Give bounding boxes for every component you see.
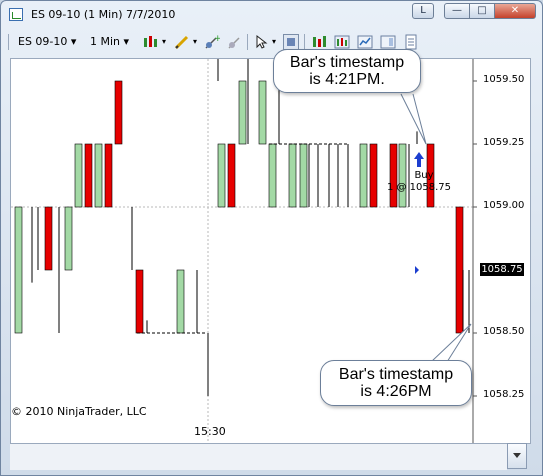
chart-trader-icon[interactable] <box>380 34 396 50</box>
toolbar-separator-2 <box>304 34 305 50</box>
toolbar-separator <box>247 34 248 50</box>
price-bar <box>268 143 277 208</box>
callout-bubble-first: Bar's timestamp is 4:21PM. <box>273 49 421 93</box>
candlestick-icon <box>144 36 157 47</box>
horizontal-scroll-area[interactable] <box>10 444 507 470</box>
cursor-dropdown[interactable]: ▾ <box>272 34 276 50</box>
interval-selector[interactable]: 1 Min ▾ <box>90 34 129 50</box>
maximize-button[interactable]: □ <box>469 3 495 19</box>
chart-app-icon <box>9 8 23 21</box>
price-bar <box>369 143 378 208</box>
svg-text:+: + <box>214 34 220 44</box>
scroll-down-button[interactable] <box>507 443 527 469</box>
callout-first-line1: Bar's timestamp <box>289 54 405 71</box>
copyright-text: © 2010 NinjaTrader, LLC <box>11 405 147 418</box>
callout-second-pointer <box>430 323 472 363</box>
buy-detail-label: 1 @ 1058.75 <box>387 182 451 193</box>
buy-label: Buy <box>414 170 433 181</box>
price-bar <box>299 143 308 208</box>
price-bar <box>217 143 226 208</box>
price-bar <box>74 143 83 208</box>
bar-type-dropdown[interactable]: ▾ <box>162 34 166 50</box>
remove-indicator-icon[interactable] <box>227 34 243 50</box>
price-tick-label: 1059.00 <box>483 200 525 211</box>
time-axis-label: 15:30 <box>194 425 226 438</box>
bar-type-icon[interactable] <box>143 34 159 50</box>
link-button[interactable]: L <box>412 3 434 19</box>
price-bar <box>135 269 144 334</box>
price-bar <box>84 143 93 208</box>
current-price-tag: 1058.75 <box>480 263 524 276</box>
draw-tool-dropdown[interactable]: ▾ <box>193 34 197 50</box>
title-bar[interactable]: ES 09-10 (1 Min) 7/7/2010 L — □ ✕ <box>1 1 542 31</box>
cursor-icon[interactable] <box>254 34 270 50</box>
data-series-icon[interactable] <box>311 34 327 50</box>
close-button[interactable]: ✕ <box>494 3 536 19</box>
price-bar <box>14 206 23 334</box>
properties-icon[interactable] <box>403 34 419 50</box>
price-bar <box>238 80 247 145</box>
price-bar <box>455 206 464 334</box>
price-bar <box>258 80 267 145</box>
position-marker-icon <box>415 266 419 274</box>
price-tick-label: 1059.50 <box>483 74 525 85</box>
price-bar <box>389 143 398 208</box>
price-bar <box>176 269 185 334</box>
instrument-selector[interactable]: ES 09-10 ▾ <box>18 34 76 50</box>
price-bar <box>398 143 407 208</box>
strategies-icon[interactable] <box>357 34 373 50</box>
price-tick-label: 1058.50 <box>483 326 525 337</box>
price-bar <box>114 80 123 145</box>
price-bar <box>44 206 53 271</box>
callout-second-line2: is 4:26PM <box>360 383 432 400</box>
interval-label: 1 Min <box>90 35 121 48</box>
buy-arrow-icon <box>414 152 424 167</box>
callout-first-pointer <box>400 93 427 145</box>
chart-toolbar: ES 09-10 ▾ 1 Min ▾ ▾ ▾ + ▾ <box>6 31 537 53</box>
indicators-icon[interactable] <box>334 34 350 50</box>
minimize-button[interactable]: — <box>444 3 470 19</box>
callout-first-line2: is 4:21PM. <box>309 71 385 88</box>
snapshot-icon[interactable] <box>283 34 299 50</box>
toolbar-grip <box>8 34 9 50</box>
callout-bubble-second: Bar's timestamp is 4:26PM <box>320 360 472 406</box>
price-tick-label: 1059.25 <box>483 137 525 148</box>
callout-second-line1: Bar's timestamp <box>338 366 454 383</box>
price-bar <box>227 143 236 208</box>
price-bar <box>104 143 113 208</box>
window-title: ES 09-10 (1 Min) 7/7/2010 <box>31 8 176 21</box>
chart-window: ES 09-10 (1 Min) 7/7/2010 L — □ ✕ ES 09-… <box>0 0 543 476</box>
pencil-icon[interactable] <box>174 34 190 50</box>
price-bar <box>359 143 368 208</box>
add-indicator-icon[interactable]: + <box>204 34 222 50</box>
price-bar <box>288 143 297 208</box>
instrument-label: ES 09-10 <box>18 35 68 48</box>
price-bar <box>94 143 103 208</box>
price-bar <box>64 206 73 271</box>
price-tick-label: 1058.25 <box>483 389 525 400</box>
